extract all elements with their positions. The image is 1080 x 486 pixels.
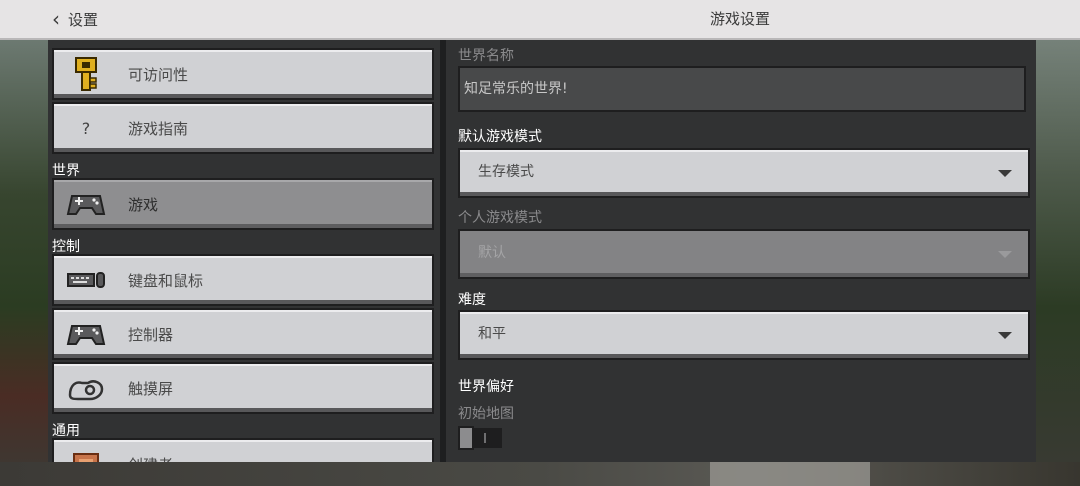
section-header-general: 通用 (52, 423, 80, 439)
world-name-label: 世界名称 (458, 48, 514, 64)
chevron-down-icon (998, 332, 1012, 339)
sidebar-item-accessibility[interactable]: 可访问性 (52, 48, 434, 100)
settings-sidebar: 可访问性 ? 游戏指南 世界 游戏 控制 键盘和鼠标 控制器 触摸屏 通用 (48, 40, 440, 462)
personal-mode-value: 默认 (478, 245, 506, 261)
back-label: 设置 (68, 10, 99, 29)
default-mode-label: 默认游戏模式 (458, 129, 542, 145)
world-name-input[interactable]: 知足常乐的世界! (458, 66, 1026, 112)
chevron-left-icon: ‹ (52, 7, 60, 31)
starting-map-label: 初始地图 (458, 406, 514, 422)
default-mode-value: 生存模式 (478, 164, 534, 180)
controller-icon (64, 314, 108, 354)
sidebar-item-label: 控制器 (128, 325, 174, 344)
sidebar-item-label: 创建者 (128, 454, 173, 463)
difficulty-dropdown[interactable]: 和平 (458, 310, 1030, 360)
world-background-stone (710, 462, 870, 486)
question-icon: ? (81, 118, 91, 138)
toggle-knob (458, 426, 474, 450)
toggle-off-mark (484, 433, 486, 443)
back-button[interactable]: ‹ 设置 (52, 0, 98, 38)
sidebar-item-game[interactable]: 游戏 (52, 178, 434, 230)
sidebar-item-keyboard-mouse[interactable]: 键盘和鼠标 (52, 254, 434, 306)
difficulty-label: 难度 (458, 292, 486, 308)
sidebar-item-creator[interactable]: 创建者 (52, 438, 434, 462)
starting-map-toggle[interactable] (458, 426, 502, 450)
chevron-down-icon (998, 170, 1012, 177)
personal-mode-label: 个人游戏模式 (458, 210, 542, 226)
top-bar: ‹ 设置 游戏设置 (0, 0, 1080, 40)
game-settings-panel: 世界名称 知足常乐的世界! 默认游戏模式 生存模式 个人游戏模式 默认 难度 和… (446, 40, 1036, 462)
sidebar-item-label: 可访问性 (128, 65, 189, 84)
world-preferences-header: 世界偏好 (458, 379, 514, 395)
difficulty-value: 和平 (478, 326, 506, 342)
default-mode-dropdown[interactable]: 生存模式 (458, 148, 1030, 198)
sidebar-item-controller[interactable]: 控制器 (52, 308, 434, 360)
sidebar-item-label: 键盘和鼠标 (128, 271, 204, 290)
sidebar-item-label: 触摸屏 (128, 379, 174, 398)
gamepad-icon (64, 184, 108, 224)
page-title: 游戏设置 (710, 10, 771, 28)
chevron-down-icon (998, 251, 1012, 258)
sidebar-item-label: 游戏 (128, 195, 159, 214)
section-header-world: 世界 (52, 163, 80, 179)
touch-icon (64, 368, 108, 408)
key-icon (64, 54, 108, 94)
sidebar-item-touchscreen[interactable]: 触摸屏 (52, 362, 434, 414)
creator-icon (64, 444, 108, 462)
world-background-bottom (0, 462, 1080, 486)
world-background-left (0, 38, 50, 486)
keyboard-icon (64, 260, 108, 300)
section-header-controls: 控制 (52, 239, 80, 255)
sidebar-item-how-to-play[interactable]: ? 游戏指南 (52, 102, 434, 154)
sidebar-item-label: 游戏指南 (128, 119, 189, 138)
world-background-right (1035, 38, 1080, 486)
personal-mode-dropdown: 默认 (458, 229, 1030, 279)
